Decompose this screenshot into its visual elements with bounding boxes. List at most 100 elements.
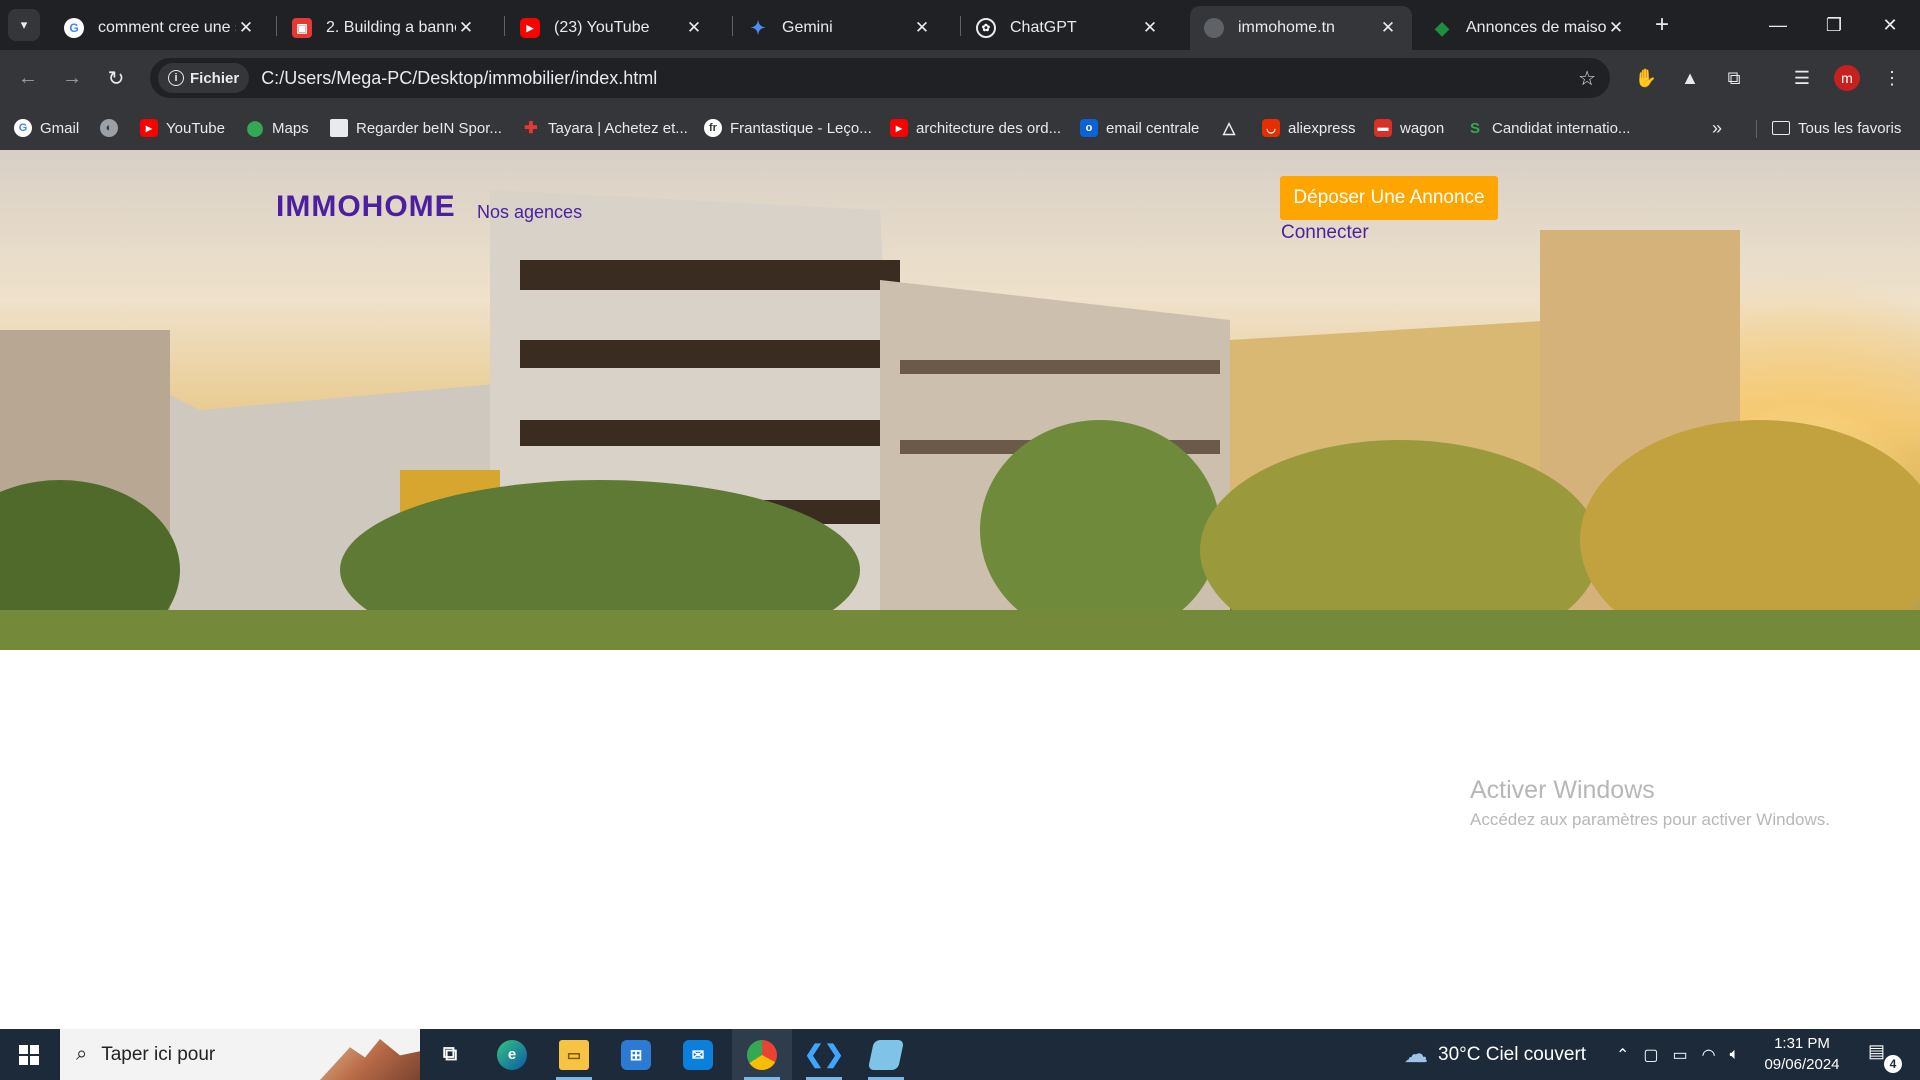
reload-button[interactable]: ↻	[100, 62, 132, 94]
taskbar-notepad[interactable]	[856, 1029, 916, 1080]
close-icon: ✕	[1882, 14, 1898, 35]
all-bookmarks-folder[interactable]: Tous les favoris	[1772, 116, 1901, 140]
extensions-menu-button[interactable]: ⧉	[1718, 62, 1750, 94]
tab-chatgpt[interactable]: ✿ ChatGPT ✕	[962, 6, 1174, 50]
activation-watermark-title: Activer Windows	[1470, 776, 1655, 804]
arrow-left-icon: ←	[18, 66, 38, 89]
more-vert-icon: ⋮	[1883, 67, 1901, 88]
tab-search-button[interactable]: ▾	[8, 9, 40, 41]
new-tab-button[interactable]: +	[1648, 12, 1676, 40]
tab-title: ChatGPT	[1010, 19, 1077, 36]
bookmark-email-centrale[interactable]: o email centrale	[1080, 116, 1199, 140]
search-icon: ⌕	[76, 1043, 88, 1065]
tab-immohome[interactable]: immohome.tn ✕	[1190, 6, 1412, 50]
taskbar-vscode[interactable]: ❮❯	[794, 1029, 854, 1080]
bookmarks-overflow-button[interactable]: »	[1712, 118, 1722, 139]
triangle-icon: △	[1222, 120, 1236, 137]
taskbar-edge[interactable]: e	[482, 1029, 542, 1080]
buildings-illustration	[0, 190, 1920, 650]
bookmark-label: aliexpress	[1288, 119, 1356, 137]
close-icon[interactable]: ✕	[1378, 18, 1398, 38]
bookmark-gmail[interactable]: G Gmail	[14, 116, 79, 140]
chrome-icon	[747, 1039, 777, 1070]
tab-annonces[interactable]: ◆ Annonces de maison ✕	[1418, 6, 1640, 50]
tab-title: (23) YouTube	[554, 19, 650, 36]
vscode-icon: ❮❯	[803, 1041, 845, 1068]
bookmark-tayara[interactable]: ✚ Tayara | Achetez et...	[522, 116, 688, 140]
restore-icon: ❐	[1825, 14, 1843, 35]
clock[interactable]: 1:31 PM 09/06/2024	[1762, 1033, 1842, 1075]
tab-title: Gemini	[782, 19, 833, 36]
bookmark-youtube[interactable]: ▶ YouTube	[140, 116, 225, 140]
tree-cluster	[980, 420, 1220, 640]
taskbar-chrome[interactable]	[732, 1029, 792, 1080]
bookmark-label: Tous les favoris	[1798, 119, 1902, 137]
taskbar-search-box[interactable]: ⌕ Taper ici pour	[60, 1029, 420, 1080]
volume-icon[interactable]: 🔈︎	[1730, 1046, 1740, 1064]
close-icon[interactable]: ✕	[1140, 18, 1160, 38]
url-text[interactable]: C:/Users/Mega-PC/Desktop/immobilier/inde…	[261, 68, 657, 89]
back-button[interactable]: ←	[12, 62, 44, 94]
taskbar-file-explorer[interactable]: ▭	[544, 1029, 604, 1080]
bookmark-aliexpress[interactable]: ◡ aliexpress	[1262, 116, 1356, 140]
battery-icon[interactable]: ▭	[1673, 1045, 1688, 1065]
close-icon[interactable]: ✕	[684, 18, 704, 38]
bookmark-architecture[interactable]: ▶ architecture des ord...	[890, 116, 1061, 140]
bookmark-bein[interactable]: Regarder beIN Spor...	[330, 116, 502, 140]
meet-now-icon[interactable]: ▢	[1643, 1045, 1658, 1065]
tab-udemy[interactable]: ▣ 2. Building a banner ✕	[278, 6, 490, 50]
windows-taskbar: ⌕ Taper ici pour ⧉ e ▭ ⊞ ✉ ❮❯ ☁ 30°C Cie…	[0, 1029, 1920, 1080]
profile-avatar[interactable]: m	[1834, 65, 1860, 91]
bookmark-label: architecture des ord...	[916, 119, 1062, 137]
forward-button[interactable]: →	[56, 62, 88, 94]
tayara-icon: ✚	[524, 120, 538, 137]
bookmark-campus[interactable]: S Candidat internatio...	[1466, 116, 1630, 140]
bookmark-label: Candidat internatio...	[1492, 119, 1631, 137]
post-ad-button[interactable]: Déposer Une Annonce	[1280, 176, 1498, 220]
youtube-icon: ▶	[520, 18, 540, 38]
bookmark-wagon[interactable]: ▬ wagon	[1374, 116, 1444, 140]
bookmark-label: wagon	[1400, 119, 1445, 137]
page-viewport: IMMOHOME Nos agences Déposer Une Annonce…	[0, 150, 1920, 1029]
close-window-button[interactable]: ✕	[1862, 0, 1918, 50]
chevron-down-icon: ▾	[20, 17, 28, 32]
close-icon[interactable]: ✕	[236, 18, 256, 38]
nav-link-agences[interactable]: Nos agences	[477, 202, 582, 223]
bookmark-maps[interactable]: ⬤ Maps	[246, 116, 309, 140]
restore-button[interactable]: ❐	[1806, 0, 1862, 50]
bookmark-star-icon[interactable]: ☆	[1578, 66, 1596, 91]
site-info-chip[interactable]: i Fichier	[158, 63, 250, 93]
page-icon	[330, 119, 348, 137]
bookmark-frantastique[interactable]: fr Frantastique - Leço...	[704, 116, 872, 140]
extension-button[interactable]: ▲	[1674, 62, 1706, 94]
edge-icon: e	[497, 1039, 527, 1070]
bookmark-triangle[interactable]: △	[1220, 116, 1246, 140]
connect-link[interactable]: Connecter	[1281, 222, 1369, 244]
tab-separator	[504, 16, 505, 36]
youtube-icon: ▶	[890, 119, 908, 137]
campus-icon: S	[1469, 119, 1480, 137]
windows-logo-icon	[19, 1044, 39, 1065]
tab-separator	[960, 16, 961, 36]
browser-menu-button[interactable]: ⋮	[1876, 62, 1908, 94]
close-icon[interactable]: ✕	[912, 18, 932, 38]
site-logo[interactable]: IMMOHOME	[276, 190, 456, 224]
wifi-icon[interactable]: ◠	[1702, 1045, 1716, 1065]
bookmark-globe[interactable]: ◐	[100, 116, 126, 140]
taskbar-mail[interactable]: ✉	[668, 1029, 728, 1080]
weather-widget[interactable]: ☁ 30°C Ciel couvert	[1404, 1029, 1586, 1080]
task-view-button[interactable]: ⧉	[420, 1029, 480, 1080]
chevron-up-icon[interactable]: ⌃	[1616, 1045, 1629, 1065]
address-bar[interactable]: i Fichier C:/Users/Mega-PC/Desktop/immob…	[150, 58, 1610, 98]
tab-google-search[interactable]: G comment cree une si ✕	[50, 6, 270, 50]
start-button[interactable]	[0, 1029, 58, 1080]
taskbar-store[interactable]: ⊞	[606, 1029, 666, 1080]
tab-gemini[interactable]: ✦ Gemini ✕	[734, 6, 946, 50]
close-icon[interactable]: ✕	[1606, 18, 1626, 38]
notepad-icon	[867, 1039, 905, 1070]
tab-youtube[interactable]: ▶ (23) YouTube ✕	[506, 6, 718, 50]
extension-button[interactable]: ✋	[1630, 62, 1662, 94]
close-icon[interactable]: ✕	[456, 18, 476, 38]
minimize-button[interactable]: —	[1750, 0, 1806, 50]
media-control-button[interactable]: ☰	[1786, 62, 1818, 94]
